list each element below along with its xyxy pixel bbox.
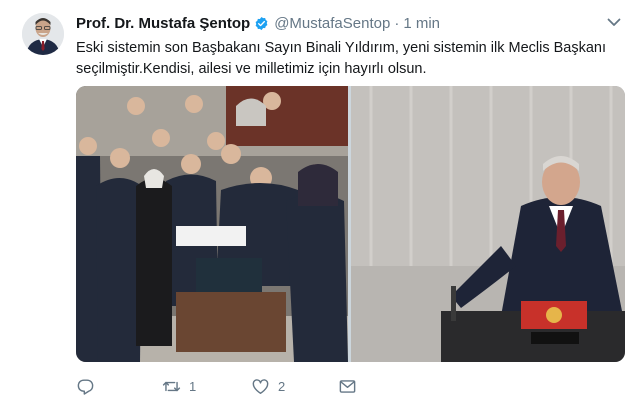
tweet-timestamp[interactable]: 1 min [403,15,440,32]
tweet-text: Eski sistemin son Başbakanı Sayın Binali… [76,40,606,77]
tweet-actions: 1 2 [76,374,396,398]
photo-parliament-vote [76,86,348,362]
header-separator: · [394,14,400,32]
retweet-count: 1 [189,378,197,394]
tweet-media[interactable] [76,86,625,362]
retweet-action[interactable]: 1 [162,374,196,398]
photo-speaker-podium [351,86,625,362]
tweet-card[interactable]: Prof. Dr. Mustafa Şentop @MustafaSentop … [0,0,640,408]
media-photo-parliament-vote[interactable] [76,86,348,362]
media-photo-speaker-podium[interactable] [351,86,625,362]
avatar[interactable] [22,13,64,55]
like-count: 2 [278,378,286,394]
verified-badge-icon [255,16,268,30]
heart-icon [252,378,269,394]
like-action[interactable]: 2 [251,374,285,398]
dm-action[interactable] [338,374,357,398]
reply-icon [77,378,94,395]
reply-action[interactable] [76,374,103,398]
avatar-image [22,13,64,55]
tweet-header: Prof. Dr. Mustafa Şentop @MustafaSentop … [76,13,440,33]
chevron-down-icon[interactable] [605,13,623,31]
envelope-icon [339,379,356,393]
author-handle[interactable]: @MustafaSentop [274,15,390,32]
author-name[interactable]: Prof. Dr. Mustafa Şentop [76,15,250,32]
retweet-icon [162,381,181,391]
